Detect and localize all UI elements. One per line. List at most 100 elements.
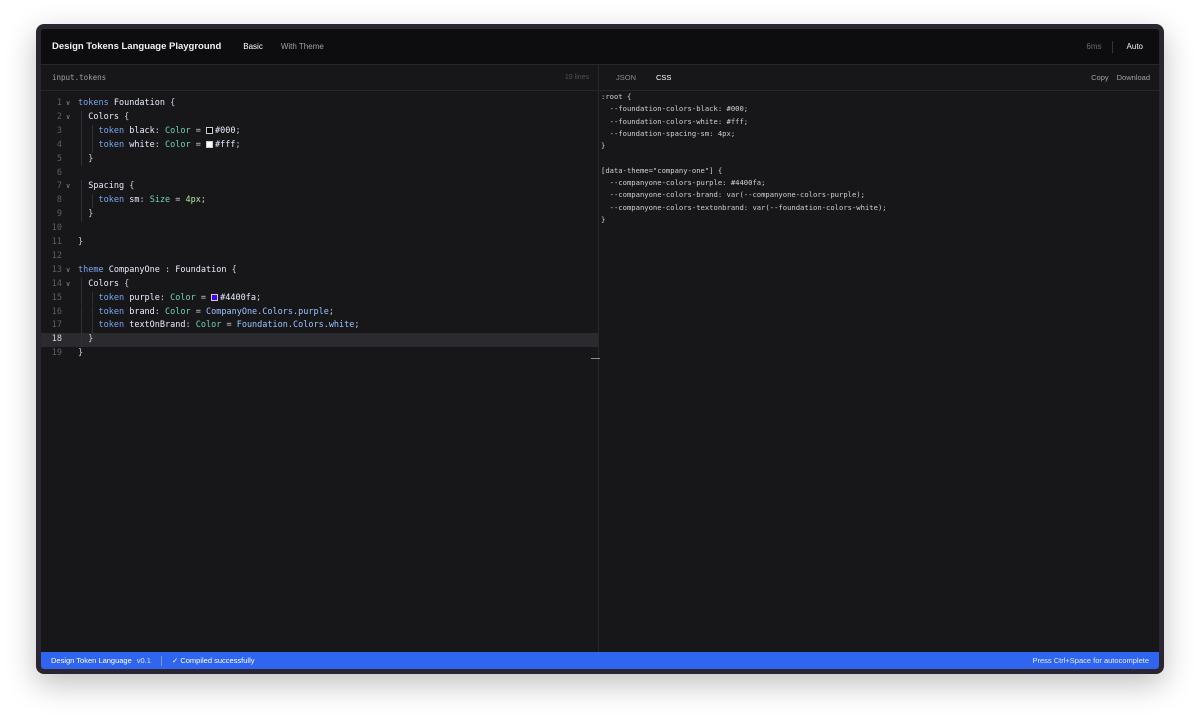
css-line: } [601,141,606,151]
code-token: Foundation [113,98,166,108]
tab-css[interactable]: CSS [656,73,671,82]
code-token: Color [165,139,191,150]
code-text: token white: Color = #fff; [78,139,241,153]
line-number: 14 [51,278,62,289]
code-line[interactable]: 2 ∨ Colors { [41,110,598,125]
code-token: } [78,334,94,345]
color-swatch [206,126,213,134]
code-editor[interactable]: 1 ∨ tokens Foundation {2 ∨ Colors {3 token … [41,97,598,652]
code-token: } [78,209,94,220]
code-token: { [124,181,135,192]
line-number: 16 [51,306,62,317]
line-number: 11 [51,237,62,247]
code-token: brand [129,306,155,317]
code-line[interactable]: 4 token white: Color = #fff; [41,138,598,153]
editor-pane: input.tokens 19 lines 1 ∨ tokens Foundatio… [41,65,600,652]
line-number: 15 [51,292,62,303]
code-line[interactable]: 1 ∨ tokens Foundation { [41,97,598,111]
code-token: ; [255,292,262,303]
line-number: 8 [56,195,62,206]
code-token: ; [328,306,334,317]
line-number: 3 [56,125,62,136]
line-number: 18 [51,334,62,345]
code-token: ; [354,320,360,331]
code-line[interactable]: 13 ∨ theme CompanyOne : Foundation { [41,264,598,278]
code-line[interactable]: 19} [41,347,598,361]
code-token: token [98,195,125,206]
code-line[interactable]: 16 token brand: Color = CompanyOne.Color… [41,305,598,320]
divider [1111,40,1113,53]
code-token: #000 [215,125,236,136]
code-line[interactable]: 7 ∨ Spacing { [41,180,598,195]
tab-basic[interactable]: Basic [243,42,263,51]
code-token: white [129,139,155,150]
code-line[interactable]: 15 token purple: Color = #4400fa; [41,291,598,306]
code-text: } [78,208,93,222]
code-token: CompanyOne.Colors.purple [206,306,329,317]
compile-time: 6ms [1086,42,1102,51]
download-button[interactable]: Download [1117,73,1150,82]
code-token: : [185,320,196,331]
code-token: = [170,195,186,206]
tab-json[interactable]: JSON [616,73,636,82]
code-text: theme CompanyOne : Foundation { [78,264,237,278]
auto-button[interactable]: Auto [1127,42,1143,51]
status-bar: Design Token Language v0.1 ✓ Compiled su… [41,652,1159,669]
color-swatch [211,293,219,301]
copy-button[interactable]: Copy [1091,73,1109,82]
code-line[interactable]: 3 token black: Color = #000; [41,124,598,139]
code-text: Spacing { [78,180,134,194]
code-token: Color [165,306,191,317]
code-token: { [118,278,130,289]
code-line[interactable]: 8 token sm: Size = 4px; [41,194,598,209]
code-token: { [118,111,130,122]
fold-chevron-icon[interactable]: ∨ [66,264,70,278]
fold-chevron-icon[interactable]: ∨ [66,180,70,194]
code-token: purple [129,292,160,303]
code-line[interactable]: 11} [41,236,598,250]
code-line[interactable]: 9 } [41,208,598,223]
code-token: ; [235,139,241,150]
code-token: } [78,237,84,247]
status-version: v0.1 [136,656,151,665]
code-token: #4400fa [220,292,256,303]
output-pane: JSON CSS Copy Download :root { --foundat… [600,65,1159,652]
fold-chevron-icon[interactable]: ∨ [66,97,70,111]
code-text: } [78,333,93,347]
fold-chevron-icon[interactable]: ∨ [66,278,70,292]
css-line: --companyone-colors-brand: var(--company… [601,190,865,200]
code-token: : [139,195,150,206]
line-number: 6 [56,167,62,178]
line-number: 13 [51,264,62,275]
code-text: Colors { [78,111,129,125]
code-token: tokens [78,98,109,108]
code-line[interactable]: 14 ∨ Colors { [41,277,598,292]
code-line[interactable]: 6 [41,167,598,181]
fold-chevron-icon[interactable]: ∨ [66,111,70,125]
code-token: token [98,125,125,136]
css-line: } [601,215,606,224]
css-line: --foundation-colors-white: #fff; [601,116,749,126]
code-text: token sm: Size = 4px; [78,194,206,208]
code-token: } [78,153,94,164]
tab-with-theme[interactable]: With Theme [281,42,324,51]
code-token: } [78,348,84,359]
line-number: 19 [51,348,62,359]
line-number: 2 [56,111,62,122]
code-line[interactable]: 12 [41,250,598,264]
code-line[interactable]: 5 } [41,152,598,167]
compile-status: ✓ Compiled successfully [171,656,255,665]
code-token: token [98,320,125,331]
output-header: JSON CSS Copy Download [600,65,1159,91]
css-line: --companyone-colors-textonbrand: var(--f… [601,202,887,212]
css-line: --foundation-colors-black: #000; [601,104,749,114]
code-line[interactable]: 17 token textOnBrand: Color = Foundation… [41,319,598,334]
code-line[interactable]: 18 } [41,333,598,348]
code-token: : [159,264,176,275]
code-line[interactable]: 10 [41,222,598,236]
code-token: : [154,306,166,317]
